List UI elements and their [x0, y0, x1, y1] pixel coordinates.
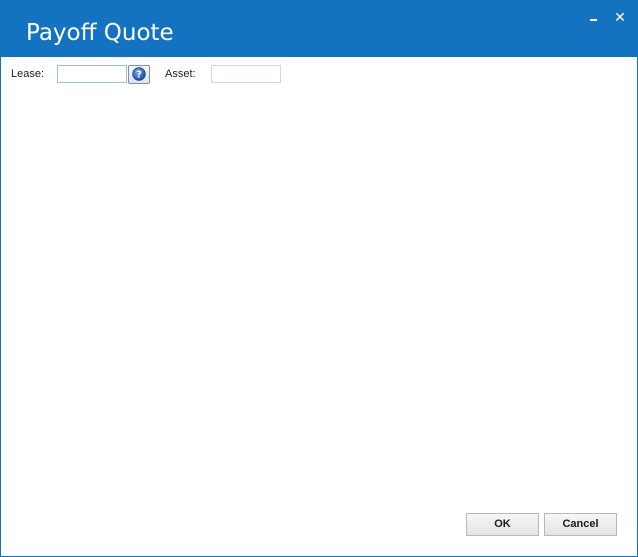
payoff-quote-dialog: Payoff Quote ✕ Lease: ? Asset: OK Cancel: [0, 0, 638, 557]
asset-input[interactable]: [211, 65, 281, 83]
minimize-icon: [590, 19, 597, 21]
ok-button[interactable]: OK: [466, 513, 539, 536]
close-icon: ✕: [614, 9, 626, 25]
help-lookup-icon: ?: [132, 67, 146, 81]
asset-label: Asset:: [165, 68, 196, 80]
lease-input[interactable]: [57, 65, 127, 83]
lease-lookup-button[interactable]: ?: [128, 65, 150, 84]
lease-label: Lease:: [11, 68, 45, 80]
title-bar[interactable]: Payoff Quote ✕: [1, 1, 637, 57]
minimize-button[interactable]: [584, 7, 604, 27]
close-button[interactable]: ✕: [610, 7, 630, 27]
dialog-title: Payoff Quote: [26, 20, 174, 46]
svg-text:?: ?: [136, 70, 142, 81]
cancel-button[interactable]: Cancel: [544, 513, 617, 536]
lease-asset-row: Lease: ? Asset:: [1, 64, 637, 86]
